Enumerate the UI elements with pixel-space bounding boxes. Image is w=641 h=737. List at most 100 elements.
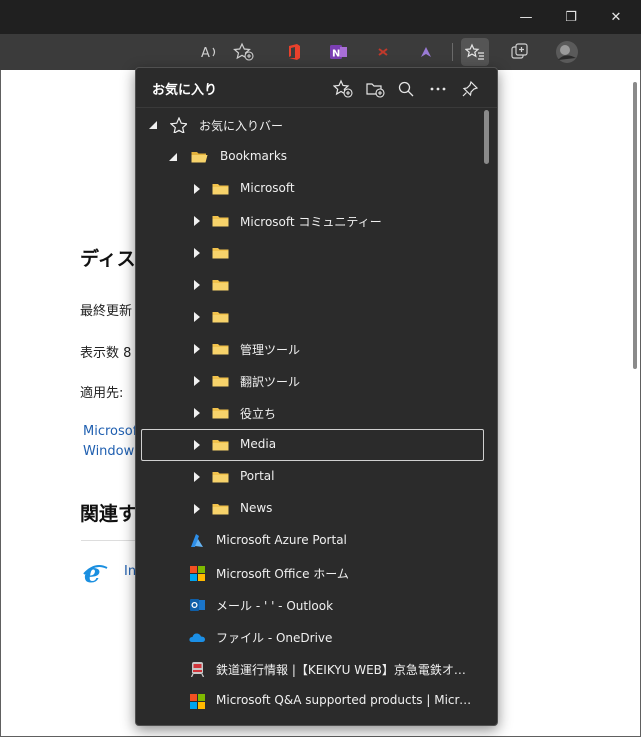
- favorite-item-item-0[interactable]: お気に入りバー: [136, 109, 481, 141]
- collections-button[interactable]: [506, 38, 534, 66]
- expanded-caret-icon[interactable]: [148, 120, 158, 130]
- folder-icon: [212, 472, 229, 483]
- favorites-button[interactable]: [461, 38, 489, 66]
- expanded-caret-icon[interactable]: [168, 152, 178, 162]
- onenote-extension-button[interactable]: N: [325, 38, 353, 66]
- favorite-item-item-6[interactable]: [136, 301, 481, 333]
- favorite-item-media[interactable]: Media: [136, 429, 481, 461]
- favorite-item-item-5[interactable]: [136, 269, 481, 301]
- folder-icon: [212, 312, 229, 323]
- toolbar-separator: [452, 43, 453, 61]
- add-favorite-icon: [333, 79, 353, 98]
- favorite-item-label: Microsoft Azure Portal: [216, 533, 347, 547]
- collapsed-caret-icon[interactable]: [192, 440, 202, 450]
- minimize-button[interactable]: —: [503, 0, 549, 34]
- favorite-item-label: 鉄道運行情報 |【KEIKYU WEB】京急電鉄オフィシャ...: [216, 663, 475, 677]
- extension-icon: [421, 47, 431, 57]
- collapsed-caret-icon[interactable]: [192, 504, 202, 514]
- onedrive-icon: [189, 633, 205, 642]
- favorite-item-label: メール - ' ' - Outlook: [216, 599, 334, 613]
- folder-icon: [212, 376, 229, 387]
- train-icon: [190, 662, 205, 677]
- favorite-item-portal[interactable]: Portal: [136, 461, 481, 493]
- office-extension-button[interactable]: [280, 38, 308, 66]
- page-scrollbar[interactable]: [633, 82, 637, 369]
- read-aloud-button[interactable]: A: [195, 38, 223, 66]
- favorite-item-microsoft[interactable]: Microsoft コミュニティー: [136, 205, 481, 237]
- collapsed-caret-icon[interactable]: [192, 376, 202, 386]
- favorite-item-label: Portal: [240, 469, 275, 483]
- folder-icon: [212, 440, 229, 451]
- collapsed-caret-icon[interactable]: [192, 248, 202, 258]
- favorite-item-microsoft[interactable]: Microsoft: [136, 173, 481, 205]
- favorite-item-label: Bookmarks: [220, 149, 288, 163]
- favorites-scrollbar[interactable]: [484, 110, 489, 164]
- collapsed-caret-icon[interactable]: [192, 280, 202, 290]
- pin-icon: [462, 80, 479, 97]
- favorite-item-label: 翻訳ツール: [240, 375, 301, 389]
- collapsed-caret-icon[interactable]: [192, 216, 202, 226]
- add-favorite-button[interactable]: [230, 38, 258, 66]
- article-heading: ディス: [80, 248, 136, 270]
- collapsed-caret-icon[interactable]: [192, 312, 202, 322]
- favorite-item-item-4[interactable]: [136, 237, 481, 269]
- divider: [81, 540, 141, 541]
- favorite-item-label: Microsoft Office ホーム: [216, 567, 349, 581]
- ms-icon: [190, 694, 205, 709]
- applies-to-link-1[interactable]: Microsof: [83, 424, 137, 439]
- add-folder-icon: [366, 83, 385, 98]
- favorite-item-outlook[interactable]: メール - ' ' - Outlook: [136, 589, 481, 621]
- favorite-item-news[interactable]: News: [136, 493, 481, 525]
- favorite-item-item-9[interactable]: 役立ち: [136, 397, 481, 429]
- favorite-item-item-7[interactable]: 管理ツール: [136, 333, 481, 365]
- maximize-button[interactable]: ❐: [548, 0, 594, 34]
- favorite-item-keikyu-web[interactable]: 鉄道運行情報 |【KEIKYU WEB】京急電鉄オフィシャ...: [136, 653, 481, 685]
- favorite-item-item-8[interactable]: 翻訳ツール: [136, 365, 481, 397]
- extension-button[interactable]: [369, 38, 397, 66]
- open-folder-icon: [191, 152, 208, 163]
- favorite-item-label: Media: [240, 437, 277, 451]
- ms-icon: [190, 566, 205, 581]
- extension-button-2[interactable]: [412, 38, 440, 66]
- star-icon: [170, 117, 187, 133]
- applies-to-label: 適用先:: [80, 386, 124, 401]
- read-aloud-icon: A: [201, 46, 216, 61]
- favorite-item-label: Microsoft Q&A supported products | Micro…: [216, 693, 475, 707]
- folder-icon: [212, 216, 229, 227]
- extension-icon: [378, 48, 388, 56]
- favorite-item-label: 管理ツール: [240, 343, 301, 357]
- collapsed-caret-icon[interactable]: [192, 344, 202, 354]
- applies-to-link-2[interactable]: Windows: [83, 444, 141, 459]
- search-favorites-button[interactable]: [392, 75, 420, 103]
- add-favorite-icon: [233, 42, 254, 61]
- favorite-item-bookmarks[interactable]: Bookmarks: [136, 141, 481, 173]
- onenote-extension-icon: N: [330, 45, 347, 60]
- favorite-item-microsoft-azure-portal[interactable]: Microsoft Azure Portal: [136, 525, 481, 557]
- close-icon: ✕: [610, 9, 622, 25]
- search-icon: [398, 81, 414, 97]
- collapsed-caret-icon[interactable]: [192, 472, 202, 482]
- collapsed-caret-icon[interactable]: [192, 184, 202, 194]
- collections-icon: [511, 43, 528, 59]
- pin-favorites-button[interactable]: [456, 75, 484, 103]
- profile-avatar: [556, 41, 578, 63]
- favorites-icon: [465, 43, 484, 60]
- office-extension-icon: [289, 44, 300, 60]
- azure-icon: [191, 534, 203, 547]
- favorite-item-microsoft-q-a-supported-products-microsoft[interactable]: Microsoft Q&A supported products | Micro…: [136, 685, 481, 717]
- favorite-item-label: Microsoft コミュニティー: [240, 215, 382, 229]
- add-favorite-button[interactable]: [329, 75, 357, 103]
- add-folder-button[interactable]: [361, 75, 389, 103]
- folder-icon: [212, 184, 229, 195]
- folder-icon: [212, 248, 229, 259]
- favorite-item-microsoft-office[interactable]: Microsoft Office ホーム: [136, 557, 481, 589]
- favorite-item-onedrive[interactable]: ファイル - OneDrive: [136, 621, 481, 653]
- favorite-item-label: ファイル - OneDrive: [216, 631, 333, 645]
- collapsed-caret-icon[interactable]: [192, 408, 202, 418]
- close-button[interactable]: ✕: [593, 0, 639, 34]
- more-options-icon: [430, 87, 446, 91]
- panel-divider: [136, 107, 497, 108]
- more-options-button[interactable]: [424, 75, 452, 103]
- profile-button[interactable]: [553, 38, 581, 66]
- folder-icon: [212, 408, 229, 419]
